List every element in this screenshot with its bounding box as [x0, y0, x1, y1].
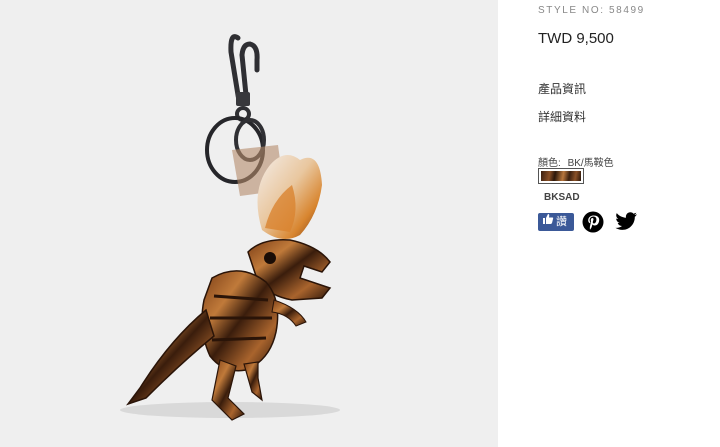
product-info-link[interactable]: 產品資訊: [538, 80, 586, 97]
twitter-icon: [614, 212, 638, 236]
dinosaur-charm-illustration: [120, 34, 340, 421]
product-price: TWD 9,500: [538, 30, 614, 47]
facebook-like-button[interactable]: 讚: [538, 213, 574, 231]
facebook-like-label: 讚: [556, 216, 567, 228]
thumbs-up-icon: [542, 213, 554, 231]
pinterest-button[interactable]: [582, 211, 604, 233]
style-number: STYLE NO: 58499: [538, 5, 645, 16]
twitter-button[interactable]: [614, 212, 638, 232]
pinterest-icon: [582, 211, 604, 237]
product-details-panel: STYLE NO: 58499 TWD 9,500 產品資訊 詳細資料 顏色: …: [538, 0, 720, 447]
swatch-pattern: [541, 171, 581, 181]
product-image[interactable]: [0, 0, 498, 447]
color-row: 顏色: BK/馬鞍色: [538, 154, 614, 169]
detail-info-link[interactable]: 詳細資料: [538, 108, 586, 125]
color-swatch[interactable]: [538, 168, 584, 184]
color-code: BKSAD: [544, 192, 580, 203]
